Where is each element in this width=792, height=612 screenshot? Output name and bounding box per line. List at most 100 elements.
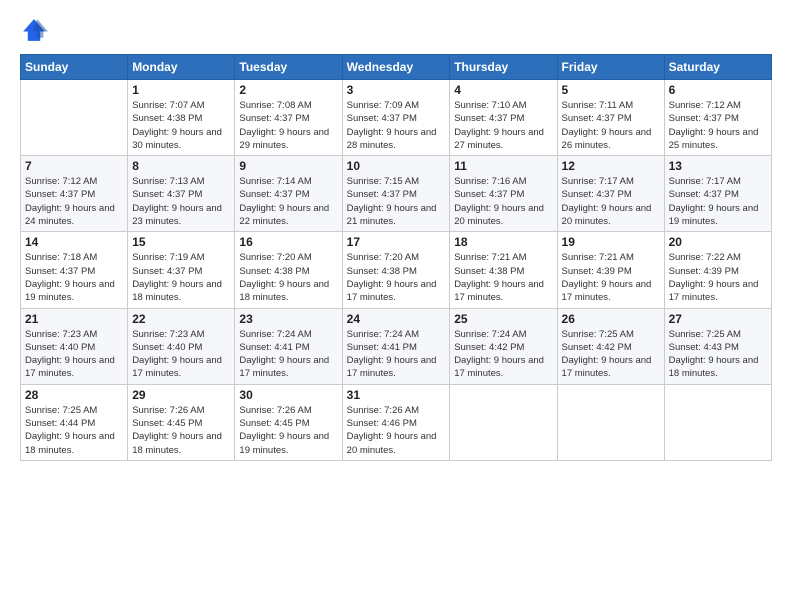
- calendar-cell: 30 Sunrise: 7:26 AMSunset: 4:45 PMDayligh…: [235, 384, 342, 460]
- page: SundayMondayTuesdayWednesdayThursdayFrid…: [0, 0, 792, 612]
- calendar-cell: 22Sunrise: 7:23 AMSunset: 4:40 PMDayligh…: [128, 308, 235, 384]
- calendar-week-row: 14Sunrise: 7:18 AMSunset: 4:37 PMDayligh…: [21, 232, 772, 308]
- calendar-cell: 3Sunrise: 7:09 AMSunset: 4:37 PMDaylight…: [342, 80, 450, 156]
- day-number: 17: [347, 235, 446, 249]
- calendar-cell: 9 Sunrise: 7:14 AMSunset: 4:37 PMDaylight…: [235, 156, 342, 232]
- day-number: 26: [562, 312, 660, 326]
- calendar-cell: [557, 384, 664, 460]
- calendar-cell: 23 Sunrise: 7:24 AMSunset: 4:41 PMDayligh…: [235, 308, 342, 384]
- day-number: 3: [347, 83, 446, 97]
- calendar-cell: 5 Sunrise: 7:11 AMSunset: 4:37 PMDaylight…: [557, 80, 664, 156]
- day-info: Sunrise: 7:25 AMSunset: 4:42 PMDaylight:…: [562, 328, 660, 381]
- day-number: 2: [239, 83, 337, 97]
- day-info: Sunrise: 7:16 AMSunset: 4:37 PMDaylight:…: [454, 175, 552, 228]
- day-number: 21: [25, 312, 123, 326]
- day-number: 14: [25, 235, 123, 249]
- calendar-cell: 19 Sunrise: 7:21 AMSunset: 4:39 PMDayligh…: [557, 232, 664, 308]
- day-number: 9: [239, 159, 337, 173]
- day-number: 6: [669, 83, 767, 97]
- day-info: Sunrise: 7:08 AMSunset: 4:37 PMDaylight:…: [239, 99, 337, 152]
- calendar-cell: 26 Sunrise: 7:25 AMSunset: 4:42 PMDayligh…: [557, 308, 664, 384]
- day-number: 27: [669, 312, 767, 326]
- day-number: 1: [132, 83, 230, 97]
- day-info: Sunrise: 7:26 AMSunset: 4:46 PMDaylight:…: [347, 404, 446, 457]
- weekday-header: Monday: [128, 55, 235, 80]
- calendar-cell: 20 Sunrise: 7:22 AMSunset: 4:39 PMDayligh…: [664, 232, 771, 308]
- calendar-cell: 31 Sunrise: 7:26 AMSunset: 4:46 PMDayligh…: [342, 384, 450, 460]
- calendar-table: SundayMondayTuesdayWednesdayThursdayFrid…: [20, 54, 772, 461]
- day-number: 5: [562, 83, 660, 97]
- day-number: 18: [454, 235, 552, 249]
- day-info: Sunrise: 7:25 AMSunset: 4:44 PMDaylight:…: [25, 404, 123, 457]
- day-number: 23: [239, 312, 337, 326]
- day-info: Sunrise: 7:13 AMSunset: 4:37 PMDaylight:…: [132, 175, 230, 228]
- day-info: Sunrise: 7:26 AMSunset: 4:45 PMDaylight:…: [132, 404, 230, 457]
- day-number: 12: [562, 159, 660, 173]
- day-info: Sunrise: 7:12 AMSunset: 4:37 PMDaylight:…: [25, 175, 123, 228]
- day-info: Sunrise: 7:23 AMSunset: 4:40 PMDaylight:…: [25, 328, 123, 381]
- day-info: Sunrise: 7:21 AMSunset: 4:38 PMDaylight:…: [454, 251, 552, 304]
- calendar-cell: 15Sunrise: 7:19 AMSunset: 4:37 PMDayligh…: [128, 232, 235, 308]
- day-info: Sunrise: 7:19 AMSunset: 4:37 PMDaylight:…: [132, 251, 230, 304]
- day-info: Sunrise: 7:22 AMSunset: 4:39 PMDaylight:…: [669, 251, 767, 304]
- day-number: 10: [347, 159, 446, 173]
- calendar-cell: 1Sunrise: 7:07 AMSunset: 4:38 PMDaylight…: [128, 80, 235, 156]
- calendar-cell: 6 Sunrise: 7:12 AMSunset: 4:37 PMDaylight…: [664, 80, 771, 156]
- calendar-week-row: 21 Sunrise: 7:23 AMSunset: 4:40 PMDayligh…: [21, 308, 772, 384]
- day-number: 22: [132, 312, 230, 326]
- calendar-cell: 17 Sunrise: 7:20 AMSunset: 4:38 PMDayligh…: [342, 232, 450, 308]
- day-info: Sunrise: 7:24 AMSunset: 4:41 PMDaylight:…: [239, 328, 337, 381]
- day-info: Sunrise: 7:11 AMSunset: 4:37 PMDaylight:…: [562, 99, 660, 152]
- calendar-cell: 2 Sunrise: 7:08 AMSunset: 4:37 PMDaylight…: [235, 80, 342, 156]
- day-number: 29: [132, 388, 230, 402]
- day-info: Sunrise: 7:17 AMSunset: 4:37 PMDaylight:…: [562, 175, 660, 228]
- day-info: Sunrise: 7:26 AMSunset: 4:45 PMDaylight:…: [239, 404, 337, 457]
- calendar-cell: [21, 80, 128, 156]
- day-number: 11: [454, 159, 552, 173]
- calendar-cell: 25 Sunrise: 7:24 AMSunset: 4:42 PMDayligh…: [450, 308, 557, 384]
- weekday-header: Friday: [557, 55, 664, 80]
- calendar-cell: 13 Sunrise: 7:17 AMSunset: 4:37 PMDayligh…: [664, 156, 771, 232]
- day-info: Sunrise: 7:15 AMSunset: 4:37 PMDaylight:…: [347, 175, 446, 228]
- day-number: 25: [454, 312, 552, 326]
- weekday-header: Wednesday: [342, 55, 450, 80]
- calendar-cell: [664, 384, 771, 460]
- day-number: 24: [347, 312, 446, 326]
- header: [20, 16, 772, 44]
- calendar-cell: 24Sunrise: 7:24 AMSunset: 4:41 PMDayligh…: [342, 308, 450, 384]
- calendar-cell: 21 Sunrise: 7:23 AMSunset: 4:40 PMDayligh…: [21, 308, 128, 384]
- calendar-cell: 12 Sunrise: 7:17 AMSunset: 4:37 PMDayligh…: [557, 156, 664, 232]
- day-info: Sunrise: 7:25 AMSunset: 4:43 PMDaylight:…: [669, 328, 767, 381]
- calendar-cell: 8 Sunrise: 7:13 AMSunset: 4:37 PMDaylight…: [128, 156, 235, 232]
- day-info: Sunrise: 7:20 AMSunset: 4:38 PMDaylight:…: [347, 251, 446, 304]
- day-number: 20: [669, 235, 767, 249]
- day-number: 4: [454, 83, 552, 97]
- day-info: Sunrise: 7:21 AMSunset: 4:39 PMDaylight:…: [562, 251, 660, 304]
- calendar-cell: 29 Sunrise: 7:26 AMSunset: 4:45 PMDayligh…: [128, 384, 235, 460]
- day-info: Sunrise: 7:14 AMSunset: 4:37 PMDaylight:…: [239, 175, 337, 228]
- calendar-cell: 27 Sunrise: 7:25 AMSunset: 4:43 PMDayligh…: [664, 308, 771, 384]
- calendar-week-row: 28 Sunrise: 7:25 AMSunset: 4:44 PMDayligh…: [21, 384, 772, 460]
- calendar-cell: 11 Sunrise: 7:16 AMSunset: 4:37 PMDayligh…: [450, 156, 557, 232]
- day-info: Sunrise: 7:10 AMSunset: 4:37 PMDaylight:…: [454, 99, 552, 152]
- day-number: 19: [562, 235, 660, 249]
- calendar-cell: 28 Sunrise: 7:25 AMSunset: 4:44 PMDayligh…: [21, 384, 128, 460]
- calendar-week-row: 7Sunrise: 7:12 AMSunset: 4:37 PMDaylight…: [21, 156, 772, 232]
- day-number: 13: [669, 159, 767, 173]
- weekday-header: Sunday: [21, 55, 128, 80]
- calendar-week-row: 1Sunrise: 7:07 AMSunset: 4:38 PMDaylight…: [21, 80, 772, 156]
- logo: [20, 16, 52, 44]
- day-info: Sunrise: 7:17 AMSunset: 4:37 PMDaylight:…: [669, 175, 767, 228]
- calendar-cell: 4 Sunrise: 7:10 AMSunset: 4:37 PMDaylight…: [450, 80, 557, 156]
- day-number: 31: [347, 388, 446, 402]
- weekday-header: Saturday: [664, 55, 771, 80]
- day-number: 30: [239, 388, 337, 402]
- day-info: Sunrise: 7:12 AMSunset: 4:37 PMDaylight:…: [669, 99, 767, 152]
- calendar-cell: 7Sunrise: 7:12 AMSunset: 4:37 PMDaylight…: [21, 156, 128, 232]
- day-number: 16: [239, 235, 337, 249]
- day-number: 28: [25, 388, 123, 402]
- day-number: 8: [132, 159, 230, 173]
- day-info: Sunrise: 7:24 AMSunset: 4:42 PMDaylight:…: [454, 328, 552, 381]
- calendar-header-row: SundayMondayTuesdayWednesdayThursdayFrid…: [21, 55, 772, 80]
- calendar-cell: 16Sunrise: 7:20 AMSunset: 4:38 PMDayligh…: [235, 232, 342, 308]
